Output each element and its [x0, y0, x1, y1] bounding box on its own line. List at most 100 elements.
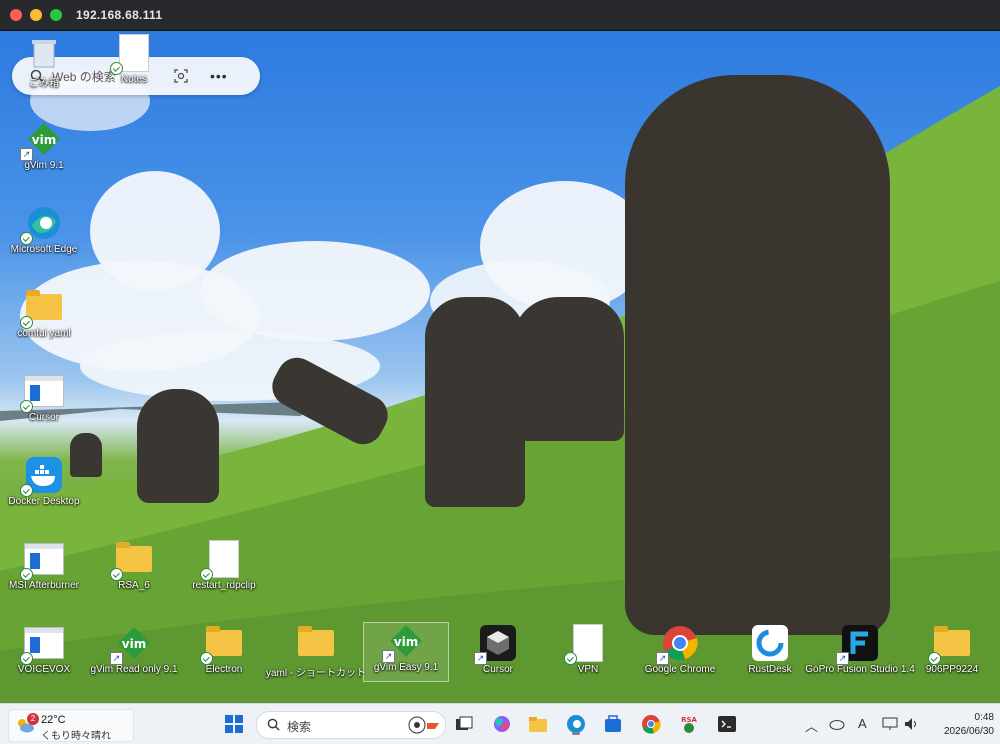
desktop-icon-vpn[interactable]: VPN: [546, 624, 630, 675]
sync-check-icon: [110, 568, 123, 581]
desktop-icon-restart-rdpclip[interactable]: restart_rdpclip: [182, 540, 266, 591]
shortcut-arrow-icon: ↗: [836, 652, 849, 665]
desktop-icon-rsa[interactable]: RSA_6: [92, 541, 176, 591]
window-title: 192.168.68.111: [76, 8, 163, 22]
document-icon: [119, 34, 149, 72]
desktop-wallpaper: Web の検索 ••• ごみ箱 Notes vim ↗ gVim 9.1 Micr…: [0, 31, 1000, 703]
rsa-token-icon: RSA: [681, 716, 698, 733]
task-view-icon: [456, 716, 473, 730]
system-clock[interactable]: 0:48 2026/06/30: [924, 711, 994, 739]
visual-search-icon[interactable]: [174, 69, 188, 83]
desktop-icon-cursor[interactable]: Cursor: [2, 373, 86, 423]
task-view-button[interactable]: [452, 712, 476, 736]
start-button[interactable]: [222, 712, 246, 736]
taskbar-search[interactable]: 検索: [256, 711, 446, 739]
minimize-window-button[interactable]: [30, 9, 42, 21]
desktop-icon-voicevox[interactable]: VOICEVOX: [2, 625, 86, 675]
desktop-icon-cursor-app[interactable]: ↗ Cursor: [456, 625, 540, 675]
taskbar-rsa[interactable]: RSA: [677, 712, 701, 736]
taskbar-chrome[interactable]: [639, 712, 663, 736]
taskbar-terminal[interactable]: [715, 712, 739, 736]
recycle-bin-icon: [32, 40, 56, 68]
svg-text:vim: vim: [122, 637, 146, 651]
document-icon: [573, 624, 603, 662]
rustdesk-icon: [752, 625, 788, 661]
weather-condition: くもり時々晴れ: [41, 731, 111, 742]
svg-text:RSA: RSA: [681, 716, 697, 724]
desktop-icon-docker[interactable]: Docker Desktop: [2, 457, 86, 507]
windows-logo-icon: [225, 715, 243, 733]
shortcut-arrow-icon: ↗: [20, 148, 33, 161]
taskbar-file-explorer[interactable]: [526, 712, 550, 736]
zoom-window-button[interactable]: [50, 9, 62, 21]
clock-date: 2026/06/30: [943, 726, 994, 737]
sync-check-icon: [110, 62, 123, 75]
search-icon: [267, 718, 280, 731]
sync-check-icon: [200, 652, 213, 665]
desktop-icon-yaml-shortcut[interactable]: yaml - ショートカット: [266, 625, 366, 679]
notification-badge: 2: [27, 713, 39, 725]
sync-check-icon: [200, 568, 213, 581]
weather-widget[interactable]: 2 22°C くもり時々晴れ: [8, 709, 134, 742]
sync-check-icon: [20, 484, 33, 497]
desktop-icon-gvim91[interactable]: vim ↗ gVim 9.1: [2, 121, 86, 171]
taskbar-store[interactable]: [601, 712, 625, 736]
desktop-icon-electron[interactable]: Electron: [182, 625, 266, 675]
folder-icon: [934, 626, 970, 656]
desktop-icon-msi-afterburner[interactable]: MSI Afterburner: [2, 541, 86, 591]
statue-4: [512, 297, 624, 441]
statue-5: [625, 75, 890, 635]
taskbar-edge[interactable]: [564, 712, 588, 736]
desktop-icon-906pp9224[interactable]: 906PP9224: [910, 625, 994, 675]
folder-icon: [116, 542, 152, 572]
sync-check-icon: [928, 652, 941, 665]
shortcut-arrow-icon: ↗: [110, 652, 123, 665]
search-highlight-icon: [408, 716, 439, 734]
taskbar-m365[interactable]: [490, 712, 514, 736]
terminal-icon: [718, 716, 736, 732]
close-window-button[interactable]: [10, 9, 22, 21]
sync-check-icon: [20, 316, 33, 329]
shortcut-arrow-icon: ↗: [474, 652, 487, 665]
desktop-icon-gvim-easy[interactable]: vim ↗ gVim Easy 9.1: [363, 622, 449, 682]
desktop-icon-comfui-yaml[interactable]: comfui yaml: [2, 289, 86, 339]
clock-time: 0:48: [974, 712, 994, 723]
desktop-icon-rustdesk[interactable]: RustDesk: [728, 625, 812, 675]
folder-icon: [206, 626, 242, 656]
sync-check-icon: [20, 400, 33, 413]
ime-mode-indicator[interactable]: A: [858, 716, 867, 731]
weather-temperature: 22°C: [41, 714, 66, 726]
sync-check-icon: [20, 568, 33, 581]
network-icon[interactable]: [882, 717, 898, 731]
cloud-sync-icon[interactable]: [829, 717, 845, 731]
store-icon: [605, 715, 621, 732]
statue-3: [425, 297, 525, 507]
shortcut-arrow-icon: ↗: [656, 652, 669, 665]
chrome-icon: [642, 715, 661, 734]
taskbar: 2 22°C くもり時々晴れ 検索 RSA ︿ A 0:48 2026/06/3…: [0, 703, 1000, 744]
document-icon: [209, 540, 239, 578]
tray-chevron-up-icon[interactable]: ︿: [805, 716, 818, 735]
sync-check-icon: [20, 232, 33, 245]
file-explorer-icon: [529, 717, 547, 732]
folder-icon: [298, 626, 334, 656]
desktop-icon-gvim-readonly[interactable]: vim ↗ gVim Read only 9.1: [90, 625, 178, 675]
taskbar-search-placeholder: 検索: [287, 720, 312, 734]
shortcut-arrow-icon: ↗: [382, 650, 395, 663]
desktop-icon-chrome[interactable]: ↗ Google Chrome: [638, 625, 722, 675]
window-titlebar: 192.168.68.111: [0, 0, 1000, 31]
sync-check-icon: [20, 652, 33, 665]
sync-check-icon: [564, 652, 577, 665]
m365-icon: [494, 716, 510, 732]
statue-1: [137, 389, 219, 503]
desktop-icon-recycle-bin[interactable]: ごみ箱: [2, 35, 86, 89]
more-options-icon[interactable]: •••: [210, 68, 228, 84]
edge-browser-icon: [567, 715, 585, 733]
folder-icon: [26, 290, 62, 320]
svg-text:vim: vim: [394, 635, 418, 649]
volume-icon[interactable]: [904, 717, 920, 731]
desktop-icon-edge[interactable]: Microsoft Edge: [2, 205, 86, 255]
desktop-icon-gopro[interactable]: ↗ GoPro Fusion Studio 1.4: [805, 625, 915, 675]
svg-text:vim: vim: [32, 133, 56, 147]
desktop-icon-notes[interactable]: Notes: [92, 34, 176, 85]
